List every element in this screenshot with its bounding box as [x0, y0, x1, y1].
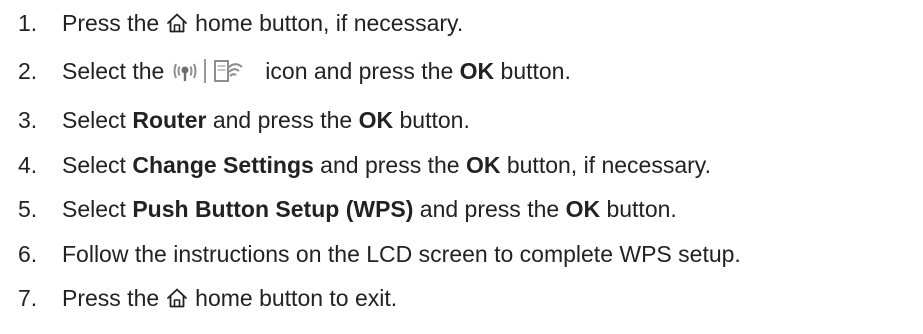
step-text-segment: and press the — [313, 151, 466, 178]
separator-line — [204, 59, 207, 83]
step-text: Select Push Button Setup (WPS) and press… — [62, 196, 677, 223]
ok-button-label: OK — [465, 151, 501, 178]
step-text-segment: home button to exit. — [195, 284, 398, 311]
step-text-segment: icon and press the — [265, 57, 460, 84]
home-icon — [166, 12, 188, 34]
step-text-segment: button. — [494, 57, 571, 84]
ok-button-label: OK — [358, 106, 394, 133]
step-text: Select Change Settings and press the OK … — [62, 152, 711, 179]
instruction-steps: 1. Press the home button, if necessary. … — [0, 0, 923, 334]
step-7: 7. Press the home button to exit. — [0, 278, 923, 318]
step-text-segment: button. — [600, 195, 677, 222]
step-number: 5. — [18, 195, 38, 222]
step-number: 3. — [18, 106, 38, 133]
step-text: Press the home button to exit. — [62, 285, 397, 312]
ok-button-label: OK — [459, 57, 495, 84]
step-text: Press the home button, if necessary. — [62, 10, 463, 37]
ok-button-label: OK — [565, 195, 601, 222]
step-text-segment: button, if necessary. — [500, 151, 711, 178]
step-5: 5. Select Push Button Setup (WPS) and pr… — [0, 189, 923, 229]
wifi-device-icon — [214, 60, 243, 82]
step-4: 4. Select Change Settings and press the … — [0, 145, 923, 185]
step-text-segment: Select the — [62, 57, 165, 84]
wifi-settings-icon — [172, 56, 243, 86]
step-1: 1. Press the home button, if necessary. — [0, 3, 923, 43]
step-number: 7. — [18, 284, 38, 311]
step-text-segment: Follow the instructions on the LCD scree… — [62, 240, 741, 267]
wireless-signal-icon — [173, 63, 197, 81]
step-number: 4. — [18, 151, 38, 178]
step-2: 2. Select the icon and press the OK butt… — [0, 51, 923, 91]
step-text-segment: button. — [393, 106, 470, 133]
step-number: 1. — [18, 9, 38, 36]
step-text: Follow the instructions on the LCD scree… — [62, 241, 741, 268]
step-text-segment: home button, if necessary. — [195, 9, 464, 36]
change-settings-option-label: Change Settings — [132, 151, 314, 178]
router-option-label: Router — [132, 106, 207, 133]
step-text: Select Router and press the OK button. — [62, 107, 470, 134]
step-text-segment: Select — [62, 195, 133, 222]
step-text-segment: Press the — [62, 9, 160, 36]
home-icon — [166, 287, 188, 309]
step-number: 6. — [18, 240, 38, 267]
step-text: Select the icon and press the OK button. — [62, 56, 571, 86]
step-text-segment: Select — [62, 106, 133, 133]
step-6: 6. Follow the instructions on the LCD sc… — [0, 234, 923, 274]
step-text-segment: Select — [62, 151, 133, 178]
step-3: 3. Select Router and press the OK button… — [0, 100, 923, 140]
push-button-setup-option-label: Push Button Setup (WPS) — [132, 195, 414, 222]
step-number: 2. — [18, 57, 38, 84]
step-text-segment: and press the — [413, 195, 566, 222]
step-text-segment: and press the — [206, 106, 359, 133]
step-text-segment: Press the — [62, 284, 160, 311]
